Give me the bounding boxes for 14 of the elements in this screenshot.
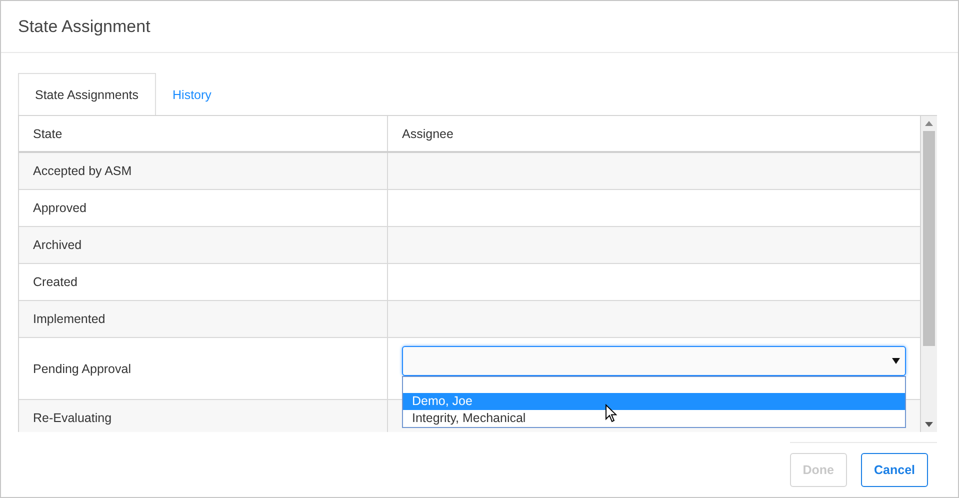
dropdown-option[interactable]: Demo, Joe [403, 393, 905, 410]
column-header: State [19, 116, 388, 151]
column-header: Assignee [401, 126, 454, 143]
table-cell: Accepted by ASM [19, 153, 388, 189]
dialog-title: State Assignment [18, 16, 150, 36]
table-cell: Archived [19, 227, 388, 263]
table-cell: Pending Approval [19, 338, 388, 399]
table-cell: Created [19, 264, 388, 300]
dropdown-option[interactable]: Integrity, Mechanical [403, 410, 905, 427]
table-cell: Implemented [19, 301, 388, 337]
table-cell: Approved [19, 190, 388, 226]
dialog-button[interactable]: Cancel [861, 453, 928, 487]
table-cell: Re-Evaluating [19, 400, 388, 432]
tab[interactable]: State Assignments [18, 73, 156, 115]
